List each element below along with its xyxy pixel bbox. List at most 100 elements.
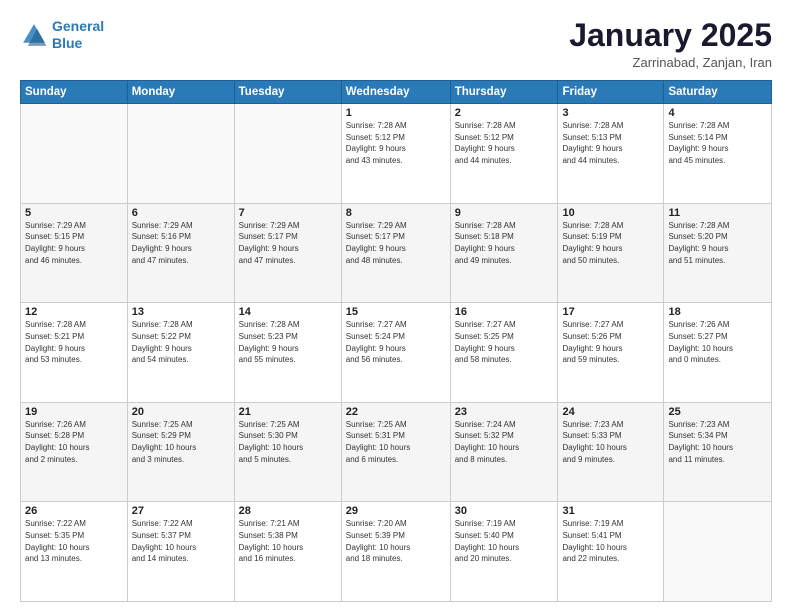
day-number: 19: [25, 406, 123, 418]
day-info: Sunrise: 7:21 AM Sunset: 5:38 PM Dayligh…: [239, 518, 337, 564]
weekday-header: Thursday: [450, 81, 558, 104]
day-number: 11: [668, 207, 767, 219]
day-info: Sunrise: 7:25 AM Sunset: 5:29 PM Dayligh…: [132, 419, 230, 465]
day-info: Sunrise: 7:28 AM Sunset: 5:22 PM Dayligh…: [132, 319, 230, 365]
day-number: 21: [239, 406, 337, 418]
day-info: Sunrise: 7:28 AM Sunset: 5:13 PM Dayligh…: [562, 120, 659, 166]
calendar-cell: 30Sunrise: 7:19 AM Sunset: 5:40 PM Dayli…: [450, 502, 558, 602]
day-info: Sunrise: 7:19 AM Sunset: 5:40 PM Dayligh…: [455, 518, 554, 564]
calendar-cell: 14Sunrise: 7:28 AM Sunset: 5:23 PM Dayli…: [234, 303, 341, 403]
weekday-header: Tuesday: [234, 81, 341, 104]
day-info: Sunrise: 7:24 AM Sunset: 5:32 PM Dayligh…: [455, 419, 554, 465]
day-info: Sunrise: 7:26 AM Sunset: 5:28 PM Dayligh…: [25, 419, 123, 465]
calendar-cell: 2Sunrise: 7:28 AM Sunset: 5:12 PM Daylig…: [450, 104, 558, 204]
day-number: 27: [132, 505, 230, 517]
logo-icon: [20, 21, 48, 49]
day-number: 12: [25, 306, 123, 318]
day-number: 26: [25, 505, 123, 517]
calendar-cell: 18Sunrise: 7:26 AM Sunset: 5:27 PM Dayli…: [664, 303, 772, 403]
day-info: Sunrise: 7:22 AM Sunset: 5:35 PM Dayligh…: [25, 518, 123, 564]
day-info: Sunrise: 7:29 AM Sunset: 5:17 PM Dayligh…: [239, 220, 337, 266]
day-number: 14: [239, 306, 337, 318]
day-number: 20: [132, 406, 230, 418]
calendar-cell: [127, 104, 234, 204]
day-number: 6: [132, 207, 230, 219]
day-number: 18: [668, 306, 767, 318]
day-number: 5: [25, 207, 123, 219]
day-number: 4: [668, 107, 767, 119]
calendar-cell: 25Sunrise: 7:23 AM Sunset: 5:34 PM Dayli…: [664, 402, 772, 502]
calendar-cell: 12Sunrise: 7:28 AM Sunset: 5:21 PM Dayli…: [21, 303, 128, 403]
page: General Blue January 2025 Zarrinabad, Za…: [0, 0, 792, 612]
calendar-cell: [664, 502, 772, 602]
day-number: 23: [455, 406, 554, 418]
day-info: Sunrise: 7:28 AM Sunset: 5:20 PM Dayligh…: [668, 220, 767, 266]
weekday-header: Monday: [127, 81, 234, 104]
day-number: 28: [239, 505, 337, 517]
calendar-cell: 7Sunrise: 7:29 AM Sunset: 5:17 PM Daylig…: [234, 203, 341, 303]
day-number: 30: [455, 505, 554, 517]
day-info: Sunrise: 7:29 AM Sunset: 5:17 PM Dayligh…: [346, 220, 446, 266]
day-number: 3: [562, 107, 659, 119]
day-info: Sunrise: 7:26 AM Sunset: 5:27 PM Dayligh…: [668, 319, 767, 365]
weekday-header: Saturday: [664, 81, 772, 104]
day-info: Sunrise: 7:20 AM Sunset: 5:39 PM Dayligh…: [346, 518, 446, 564]
calendar-cell: 27Sunrise: 7:22 AM Sunset: 5:37 PM Dayli…: [127, 502, 234, 602]
calendar-cell: 13Sunrise: 7:28 AM Sunset: 5:22 PM Dayli…: [127, 303, 234, 403]
day-info: Sunrise: 7:28 AM Sunset: 5:12 PM Dayligh…: [455, 120, 554, 166]
day-info: Sunrise: 7:29 AM Sunset: 5:16 PM Dayligh…: [132, 220, 230, 266]
day-number: 15: [346, 306, 446, 318]
calendar-cell: 15Sunrise: 7:27 AM Sunset: 5:24 PM Dayli…: [341, 303, 450, 403]
calendar-cell: 4Sunrise: 7:28 AM Sunset: 5:14 PM Daylig…: [664, 104, 772, 204]
day-info: Sunrise: 7:29 AM Sunset: 5:15 PM Dayligh…: [25, 220, 123, 266]
calendar-week-row: 19Sunrise: 7:26 AM Sunset: 5:28 PM Dayli…: [21, 402, 772, 502]
day-info: Sunrise: 7:23 AM Sunset: 5:33 PM Dayligh…: [562, 419, 659, 465]
calendar-cell: 22Sunrise: 7:25 AM Sunset: 5:31 PM Dayli…: [341, 402, 450, 502]
calendar-cell: 16Sunrise: 7:27 AM Sunset: 5:25 PM Dayli…: [450, 303, 558, 403]
calendar-cell: 11Sunrise: 7:28 AM Sunset: 5:20 PM Dayli…: [664, 203, 772, 303]
day-number: 24: [562, 406, 659, 418]
day-info: Sunrise: 7:28 AM Sunset: 5:23 PM Dayligh…: [239, 319, 337, 365]
day-info: Sunrise: 7:25 AM Sunset: 5:30 PM Dayligh…: [239, 419, 337, 465]
day-number: 25: [668, 406, 767, 418]
calendar-table: SundayMondayTuesdayWednesdayThursdayFrid…: [20, 80, 772, 602]
calendar-week-row: 12Sunrise: 7:28 AM Sunset: 5:21 PM Dayli…: [21, 303, 772, 403]
calendar-cell: 19Sunrise: 7:26 AM Sunset: 5:28 PM Dayli…: [21, 402, 128, 502]
calendar-cell: 17Sunrise: 7:27 AM Sunset: 5:26 PM Dayli…: [558, 303, 664, 403]
day-number: 10: [562, 207, 659, 219]
day-info: Sunrise: 7:27 AM Sunset: 5:25 PM Dayligh…: [455, 319, 554, 365]
weekday-header: Friday: [558, 81, 664, 104]
calendar-cell: 1Sunrise: 7:28 AM Sunset: 5:12 PM Daylig…: [341, 104, 450, 204]
calendar-cell: 26Sunrise: 7:22 AM Sunset: 5:35 PM Dayli…: [21, 502, 128, 602]
day-info: Sunrise: 7:27 AM Sunset: 5:24 PM Dayligh…: [346, 319, 446, 365]
calendar-cell: 29Sunrise: 7:20 AM Sunset: 5:39 PM Dayli…: [341, 502, 450, 602]
day-number: 1: [346, 107, 446, 119]
logo: General Blue: [20, 18, 104, 52]
day-info: Sunrise: 7:25 AM Sunset: 5:31 PM Dayligh…: [346, 419, 446, 465]
day-info: Sunrise: 7:22 AM Sunset: 5:37 PM Dayligh…: [132, 518, 230, 564]
calendar-cell: 24Sunrise: 7:23 AM Sunset: 5:33 PM Dayli…: [558, 402, 664, 502]
header: General Blue January 2025 Zarrinabad, Za…: [20, 18, 772, 70]
day-info: Sunrise: 7:28 AM Sunset: 5:12 PM Dayligh…: [346, 120, 446, 166]
day-number: 9: [455, 207, 554, 219]
day-number: 13: [132, 306, 230, 318]
title-block: January 2025 Zarrinabad, Zanjan, Iran: [569, 18, 772, 70]
calendar-cell: 28Sunrise: 7:21 AM Sunset: 5:38 PM Dayli…: [234, 502, 341, 602]
day-info: Sunrise: 7:28 AM Sunset: 5:14 PM Dayligh…: [668, 120, 767, 166]
calendar-cell: 21Sunrise: 7:25 AM Sunset: 5:30 PM Dayli…: [234, 402, 341, 502]
day-info: Sunrise: 7:19 AM Sunset: 5:41 PM Dayligh…: [562, 518, 659, 564]
calendar-cell: 9Sunrise: 7:28 AM Sunset: 5:18 PM Daylig…: [450, 203, 558, 303]
day-number: 8: [346, 207, 446, 219]
day-number: 31: [562, 505, 659, 517]
calendar-week-row: 5Sunrise: 7:29 AM Sunset: 5:15 PM Daylig…: [21, 203, 772, 303]
logo-line1: General: [52, 18, 104, 34]
day-info: Sunrise: 7:28 AM Sunset: 5:18 PM Dayligh…: [455, 220, 554, 266]
day-info: Sunrise: 7:23 AM Sunset: 5:34 PM Dayligh…: [668, 419, 767, 465]
day-info: Sunrise: 7:27 AM Sunset: 5:26 PM Dayligh…: [562, 319, 659, 365]
weekday-header: Sunday: [21, 81, 128, 104]
day-number: 22: [346, 406, 446, 418]
calendar-cell: 10Sunrise: 7:28 AM Sunset: 5:19 PM Dayli…: [558, 203, 664, 303]
calendar-cell: 20Sunrise: 7:25 AM Sunset: 5:29 PM Dayli…: [127, 402, 234, 502]
weekday-header-row: SundayMondayTuesdayWednesdayThursdayFrid…: [21, 81, 772, 104]
day-number: 17: [562, 306, 659, 318]
